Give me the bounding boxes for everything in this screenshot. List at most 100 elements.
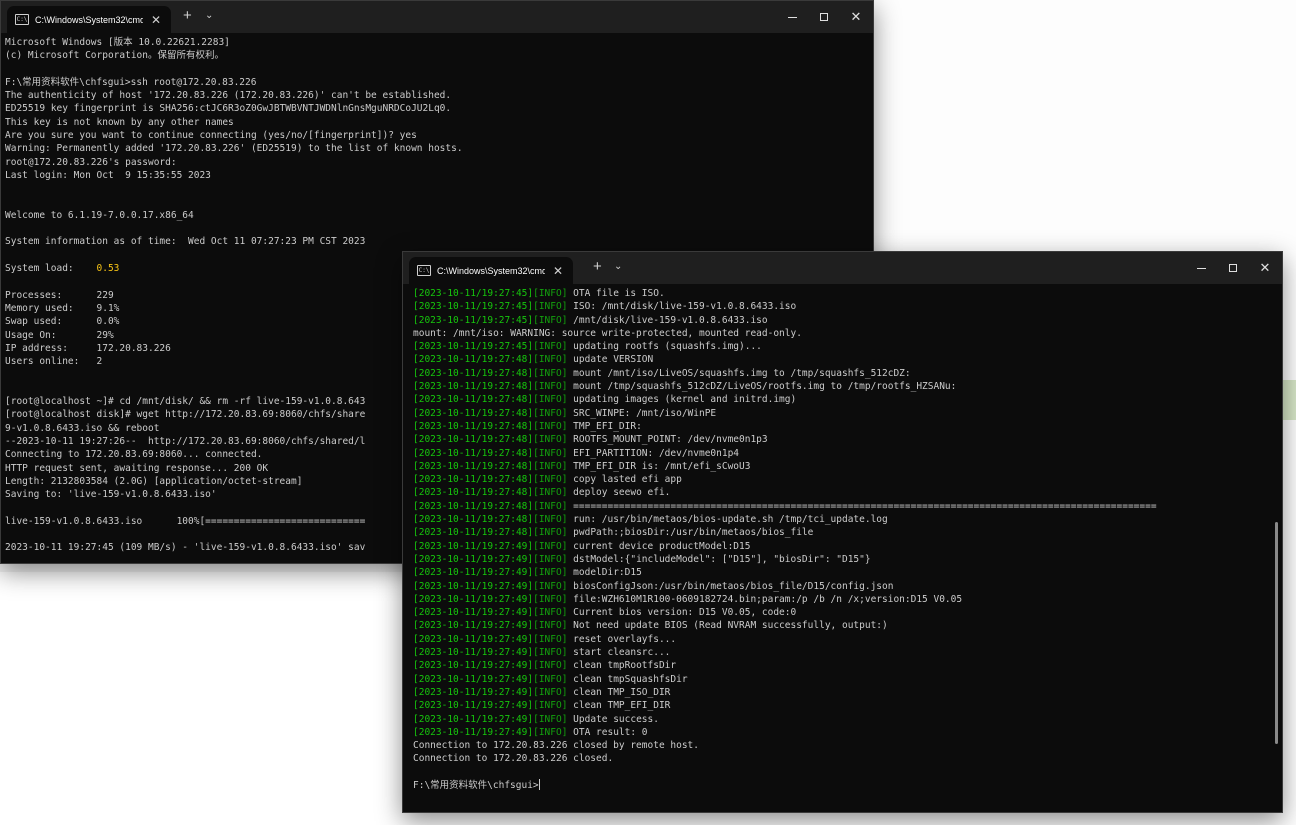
log-level: [INFO] (533, 420, 568, 432)
log-message: Not need update BIOS (Read NVRAM success… (567, 620, 888, 632)
log-message: pwdPath:;biosDir:/usr/bin/metaos/bios_fi… (567, 527, 814, 539)
console-line: root@172.20.83.226's password: (5, 156, 177, 168)
system-load-value: 0.53 (96, 263, 120, 275)
log-message: modelDir:D15 (567, 567, 642, 579)
log-line: [2023-10-11/19:27:49][INFO] biosConfigJs… (413, 580, 1268, 593)
log-line: mount: /mnt/iso: WARNING: source write-p… (413, 327, 1268, 340)
log-line: Connection to 172.20.83.226 closed by re… (413, 739, 1268, 752)
log-level: [INFO] (533, 434, 568, 446)
console-line: Warning: Permanently added '172.20.83.22… (5, 143, 463, 155)
log-line: [2023-10-11/19:27:49][INFO] current devi… (413, 540, 1268, 553)
log-timestamp: [2023-10-11/19:27:48] (413, 434, 534, 446)
log-timestamp: [2023-10-11/19:27:48] (413, 407, 534, 419)
log-level: [INFO] (533, 647, 568, 659)
log-message: /mnt/disk/live-159-v1.0.8.6433.iso (567, 314, 768, 326)
log-line: [2023-10-11/19:27:48][INFO] mount /tmp/s… (413, 380, 1268, 393)
log-timestamp: [2023-10-11/19:27:48] (413, 460, 534, 472)
log-timestamp: [2023-10-11/19:27:48] (413, 354, 534, 366)
log-line: [2023-10-11/19:27:49][INFO] reset overla… (413, 633, 1268, 646)
log-level: [INFO] (533, 381, 568, 393)
log-message: reset overlayfs... (567, 633, 677, 645)
tab-cmd[interactable]: C:\ C:\Windows\System32\cmd.e ✕ (7, 6, 171, 33)
console-line: (c) Microsoft Corporation。保留所有权利。 (5, 50, 224, 62)
log-level: [INFO] (533, 314, 568, 326)
log-line: [2023-10-11/19:27:48][INFO] mount /mnt/i… (413, 367, 1268, 380)
chevron-down-icon[interactable]: ⌄ (614, 261, 622, 272)
log-line: [2023-10-11/19:27:45][INFO] /mnt/disk/li… (413, 314, 1268, 327)
log-level: [INFO] (533, 301, 568, 313)
close-icon: ✕ (850, 9, 862, 24)
log-line: [2023-10-11/19:27:48][INFO] TMP_EFI_DIR … (413, 460, 1268, 473)
log-line: [2023-10-11/19:27:48][INFO] copy lasted … (413, 473, 1268, 486)
title-bar[interactable]: C:\ C:\Windows\System32\cmd.e ✕ + ⌄ ✕ (1, 1, 873, 33)
log-timestamp: [2023-10-11/19:27:48] (413, 447, 534, 459)
log-timestamp: [2023-10-11/19:27:45] (413, 341, 534, 353)
log-message: ISO: /mnt/disk/live-159-v1.0.8.6433.iso (567, 301, 797, 313)
scrollbar[interactable] (1275, 522, 1278, 744)
log-level: [INFO] (533, 487, 568, 499)
plus-icon[interactable]: + (593, 259, 602, 274)
minimize-button[interactable] (776, 1, 808, 33)
log-message: file:WZH610M1R100-0609182724.bin;param:/… (567, 593, 963, 605)
log-line: [2023-10-11/19:27:48][INFO] run: /usr/bi… (413, 513, 1268, 526)
console-line: Welcome to 6.1.19-7.0.0.17.x86_64 (5, 209, 194, 221)
log-level: [INFO] (533, 633, 568, 645)
log-line: [2023-10-11/19:27:48][INFO] deploy seewo… (413, 486, 1268, 499)
maximize-button[interactable] (808, 1, 840, 33)
log-timestamp: [2023-10-11/19:27:48] (413, 420, 534, 432)
log-line: [2023-10-11/19:27:49][INFO] start cleans… (413, 646, 1268, 659)
terminal-icon: C:\ (15, 14, 29, 25)
minimize-icon (787, 16, 797, 18)
tab-cmd[interactable]: C:\ C:\Windows\System32\cmd.e ✕ (409, 257, 573, 284)
log-message: clean tmpRootfsDir (567, 660, 677, 672)
log-message: Update success. (567, 713, 659, 725)
console-line: This key is not known by any other names (5, 116, 234, 128)
close-window-button[interactable]: ✕ (840, 1, 872, 33)
console-line: F:\常用资料软件\chfsgui>ssh root@172.20.83.226 (5, 76, 257, 88)
console-line: System information as of time: Wed Oct 1… (5, 236, 366, 248)
log-level: [INFO] (533, 394, 568, 406)
plus-icon[interactable]: + (183, 8, 192, 23)
log-message: start cleansrc... (567, 647, 671, 659)
close-icon: ✕ (1259, 260, 1271, 275)
chevron-down-icon[interactable]: ⌄ (205, 10, 213, 21)
close-window-button[interactable]: ✕ (1249, 252, 1281, 284)
log-timestamp: [2023-10-11/19:27:48] (413, 367, 534, 379)
log-level: [INFO] (533, 500, 568, 512)
log-timestamp: [2023-10-11/19:27:49] (413, 647, 534, 659)
log-line: [2023-10-11/19:27:48][INFO] ============… (413, 500, 1268, 513)
minimize-button[interactable] (1185, 252, 1217, 284)
console-output[interactable]: [2023-10-11/19:27:45][INFO] OTA file is … (413, 287, 1268, 812)
log-message: updating rootfs (squashfs.img)... (567, 341, 762, 353)
log-timestamp: [2023-10-11/19:27:49] (413, 633, 534, 645)
log-message: mount /tmp/squashfs_512cDZ/LiveOS/rootfs… (567, 381, 957, 393)
console-line: The authenticity of host '172.20.83.226 … (5, 90, 452, 102)
close-tab-icon[interactable]: ✕ (551, 264, 565, 278)
tab-title: C:\Windows\System32\cmd.e (437, 265, 545, 276)
log-message: copy lasted efi app (567, 474, 682, 486)
log-line: [2023-10-11/19:27:48][INFO] SRC_WINPE: /… (413, 407, 1268, 420)
log-level: [INFO] (533, 686, 568, 698)
console-line: ED25519 key fingerprint is SHA256:ctJC6R… (5, 103, 452, 115)
maximize-button[interactable] (1217, 252, 1249, 284)
log-timestamp: [2023-10-11/19:27:48] (413, 474, 534, 486)
log-line: [2023-10-11/19:27:48][INFO] update VERSI… (413, 353, 1268, 366)
log-message: dstModel:{"includeModel": ["D15"], "bios… (567, 553, 871, 565)
close-tab-icon[interactable]: ✕ (149, 13, 163, 27)
log-timestamp: [2023-10-11/19:27:45] (413, 288, 534, 299)
log-message: SRC_WINPE: /mnt/iso/WinPE (567, 407, 717, 419)
log-timestamp: [2023-10-11/19:27:49] (413, 593, 534, 605)
terminal-window-ota[interactable]: C:\ C:\Windows\System32\cmd.e ✕ + ⌄ ✕ [2… (402, 251, 1283, 813)
log-timestamp: [2023-10-11/19:27:49] (413, 620, 534, 632)
log-line: [2023-10-11/19:27:45][INFO] OTA file is … (413, 287, 1268, 300)
log-message: current device productModel:D15 (567, 540, 751, 552)
log-timestamp: [2023-10-11/19:27:48] (413, 500, 534, 512)
log-line: [2023-10-11/19:27:48][INFO] TMP_EFI_DIR: (413, 420, 1268, 433)
log-message: run: /usr/bin/metaos/bios-update.sh /tmp… (567, 514, 888, 526)
log-message: ========================================… (567, 500, 1157, 512)
text-cursor (538, 778, 540, 790)
log-level: [INFO] (533, 593, 568, 605)
log-message: clean TMP_EFI_DIR (567, 700, 671, 712)
title-bar[interactable]: C:\ C:\Windows\System32\cmd.e ✕ + ⌄ ✕ (403, 252, 1282, 284)
